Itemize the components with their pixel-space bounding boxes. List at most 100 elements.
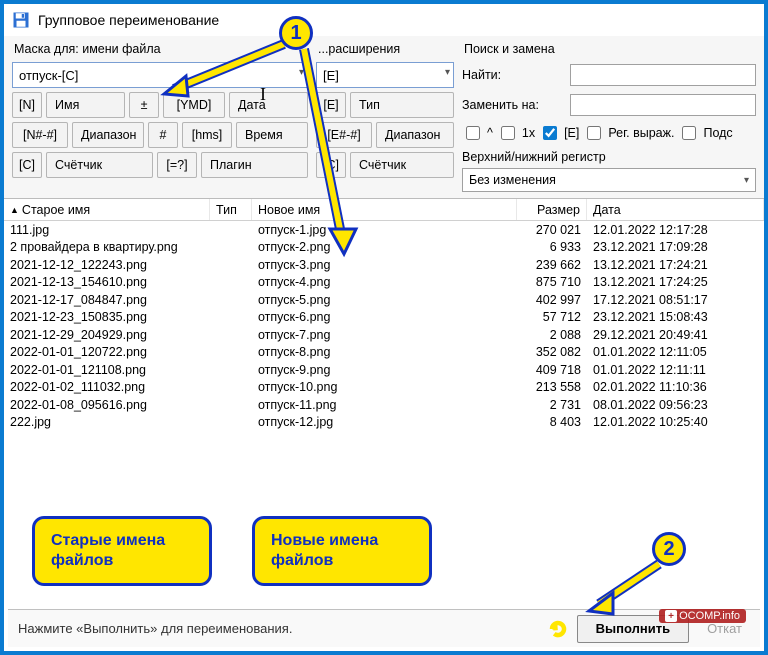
cell-size: 402 997 — [517, 293, 587, 307]
table-row[interactable]: 2021-12-12_122243.pngотпуск-3.png239 662… — [4, 256, 764, 274]
cell-new: отпуск-7.png — [252, 328, 517, 342]
cell-new: отпуск-6.png — [252, 310, 517, 324]
table-row[interactable]: 222.jpgотпуск-12.jpg8 40312.01.2022 10:2… — [4, 414, 764, 432]
cell-new: отпуск-5.png — [252, 293, 517, 307]
annotation-badge-2: 2 — [652, 532, 686, 566]
cell-date: 01.01.2022 12:11:11 — [587, 363, 764, 377]
table-row[interactable]: 2022-01-08_095616.png отпуск-11.png2 7310… — [4, 396, 764, 414]
window-title: Групповое переименование — [38, 12, 219, 28]
table-row[interactable]: 2021-12-29_204929.pngотпуск-7.png2 08829… — [4, 326, 764, 344]
cell-old: 2 провайдера в квартиру.png — [4, 240, 210, 254]
cell-old: 2021-12-29_204929.png — [4, 328, 210, 342]
sort-asc-icon: ▲ — [10, 205, 19, 215]
token-c-button[interactable]: [C] — [12, 152, 42, 178]
cell-date: 01.01.2022 12:11:05 — [587, 345, 764, 359]
chevron-down-icon: ▾ — [744, 175, 749, 186]
options-row: ^ 1x [E] Рег. выраж. Подс — [462, 122, 756, 144]
search-label: Поиск и замена — [462, 40, 756, 58]
hint-text: Нажмите «Выполнить» для переименования. — [18, 621, 539, 636]
find-label: Найти: — [462, 68, 564, 82]
cell-new: отпуск-12.jpg — [252, 415, 517, 429]
cell-old: 111.jpg — [4, 223, 210, 237]
once-checkbox[interactable] — [501, 126, 515, 140]
cell-date: 13.12.2021 17:24:25 — [587, 275, 764, 289]
range-button[interactable]: Диапазон — [72, 122, 144, 148]
caret-checkbox[interactable] — [466, 126, 480, 140]
rollback-button[interactable]: Откат — [699, 621, 750, 636]
cell-size: 2 731 — [517, 398, 587, 412]
table-row[interactable]: 2022-01-01_120722.png отпуск-8.png352 082… — [4, 344, 764, 362]
cell-old: 2022-01-01_121108.png — [4, 363, 210, 377]
cell-new: отпуск-8.png — [252, 345, 517, 359]
col-ext[interactable]: Тип — [210, 199, 252, 220]
ext-checkbox[interactable] — [543, 126, 557, 140]
cell-old: 2022-01-02_111032.png — [4, 380, 210, 394]
annotation-arrow-2 — [579, 559, 669, 619]
table-row[interactable]: 111.jpgотпуск-1.jpg270 02112.01.2022 12:… — [4, 221, 764, 239]
cell-old: 2021-12-12_122243.png — [4, 258, 210, 272]
find-input[interactable] — [570, 64, 756, 86]
table-row[interactable]: 2 провайдера в квартиру.pngотпуск-2.png6… — [4, 239, 764, 257]
hash-button[interactable]: # — [148, 122, 178, 148]
cell-size: 57 712 — [517, 310, 587, 324]
annotation-arrow-1a — [154, 34, 304, 104]
watermark: +OCOMP.info — [659, 609, 746, 623]
window-frame: Групповое переименование Маска для: имен… — [0, 0, 768, 655]
case-select[interactable]: Без изменения ▾ — [462, 168, 756, 192]
cell-new: отпуск-4.png — [252, 275, 517, 289]
save-icon — [12, 11, 30, 29]
cell-size: 270 021 — [517, 223, 587, 237]
counter-button[interactable]: Счётчик — [46, 152, 153, 178]
cell-new: отпуск-11.png — [252, 398, 517, 412]
regex-checkbox[interactable] — [587, 126, 601, 140]
annotation-arrow-1b — [294, 44, 364, 264]
subst-checkbox[interactable] — [682, 126, 696, 140]
cell-old: 2022-01-01_120722.png — [4, 345, 210, 359]
cell-date: 23.12.2021 17:09:28 — [587, 240, 764, 254]
cell-new: отпуск-10.png — [252, 380, 517, 394]
cell-date: 23.12.2021 15:08:43 — [587, 310, 764, 324]
token-n-button[interactable]: [N] — [12, 92, 42, 118]
case-label: Верхний/нижний регистр — [462, 148, 756, 164]
table-row[interactable]: 2021-12-13_154610.pngотпуск-4.png875 710… — [4, 274, 764, 292]
ext-type-button[interactable]: Тип — [350, 92, 454, 118]
table-body: 111.jpgотпуск-1.jpg270 02112.01.2022 12:… — [4, 221, 764, 431]
titlebar: Групповое переименование — [4, 4, 764, 36]
cell-size: 8 403 — [517, 415, 587, 429]
ext-counter-button[interactable]: Счётчик — [350, 152, 454, 178]
cell-old: 2021-12-17_084847.png — [4, 293, 210, 307]
token-eqq-button[interactable]: [=?] — [157, 152, 197, 178]
token-hms-button[interactable]: [hms] — [182, 122, 232, 148]
cell-date: 29.12.2021 20:49:41 — [587, 328, 764, 342]
cell-date: 13.12.2021 17:24:21 — [587, 258, 764, 272]
col-date[interactable]: Дата — [587, 199, 764, 220]
annotation-badge-1: 1 — [279, 16, 313, 50]
name-button[interactable]: Имя — [46, 92, 125, 118]
col-new-name[interactable]: Новое имя — [252, 199, 517, 220]
ext-range-button[interactable]: Диапазон — [376, 122, 454, 148]
cell-old: 2022-01-08_095616.png — [4, 398, 210, 412]
cell-new: отпуск-9.png — [252, 363, 517, 377]
cell-size: 239 662 — [517, 258, 587, 272]
cell-date: 08.01.2022 09:56:23 — [587, 398, 764, 412]
plugin-button[interactable]: Плагин — [201, 152, 308, 178]
table-row[interactable]: 2021-12-17_084847.png отпуск-5.png402 997… — [4, 291, 764, 309]
table-row[interactable]: 2021-12-23_150835.pngотпуск-6.png57 7122… — [4, 309, 764, 327]
col-old-name[interactable]: ▲Старое имя — [4, 199, 210, 220]
cell-date: 12.01.2022 10:25:40 — [587, 415, 764, 429]
col-size[interactable]: Размер — [517, 199, 587, 220]
token-range-button[interactable]: [N#-#] — [12, 122, 68, 148]
cell-size: 352 082 — [517, 345, 587, 359]
cell-size: 213 558 — [517, 380, 587, 394]
replace-input[interactable] — [570, 94, 756, 116]
table-row[interactable]: 2022-01-02_111032.png отпуск-10.png213 55… — [4, 379, 764, 397]
search-replace-column: Поиск и замена Найти: Заменить на: ^ 1x … — [462, 40, 756, 192]
table-row[interactable]: 2022-01-01_121108.pngотпуск-9.png409 718… — [4, 361, 764, 379]
options-panel: Маска для: имени файла ▾ [N] Имя ± [YMD]… — [4, 36, 764, 199]
replace-label: Заменить на: — [462, 98, 564, 112]
text-cursor-icon: I — [260, 84, 266, 105]
cell-old: 2021-12-13_154610.png — [4, 275, 210, 289]
undo-icon[interactable] — [549, 620, 567, 638]
cell-date: 02.01.2022 11:10:36 — [587, 380, 764, 394]
cell-new: отпуск-2.png — [252, 240, 517, 254]
